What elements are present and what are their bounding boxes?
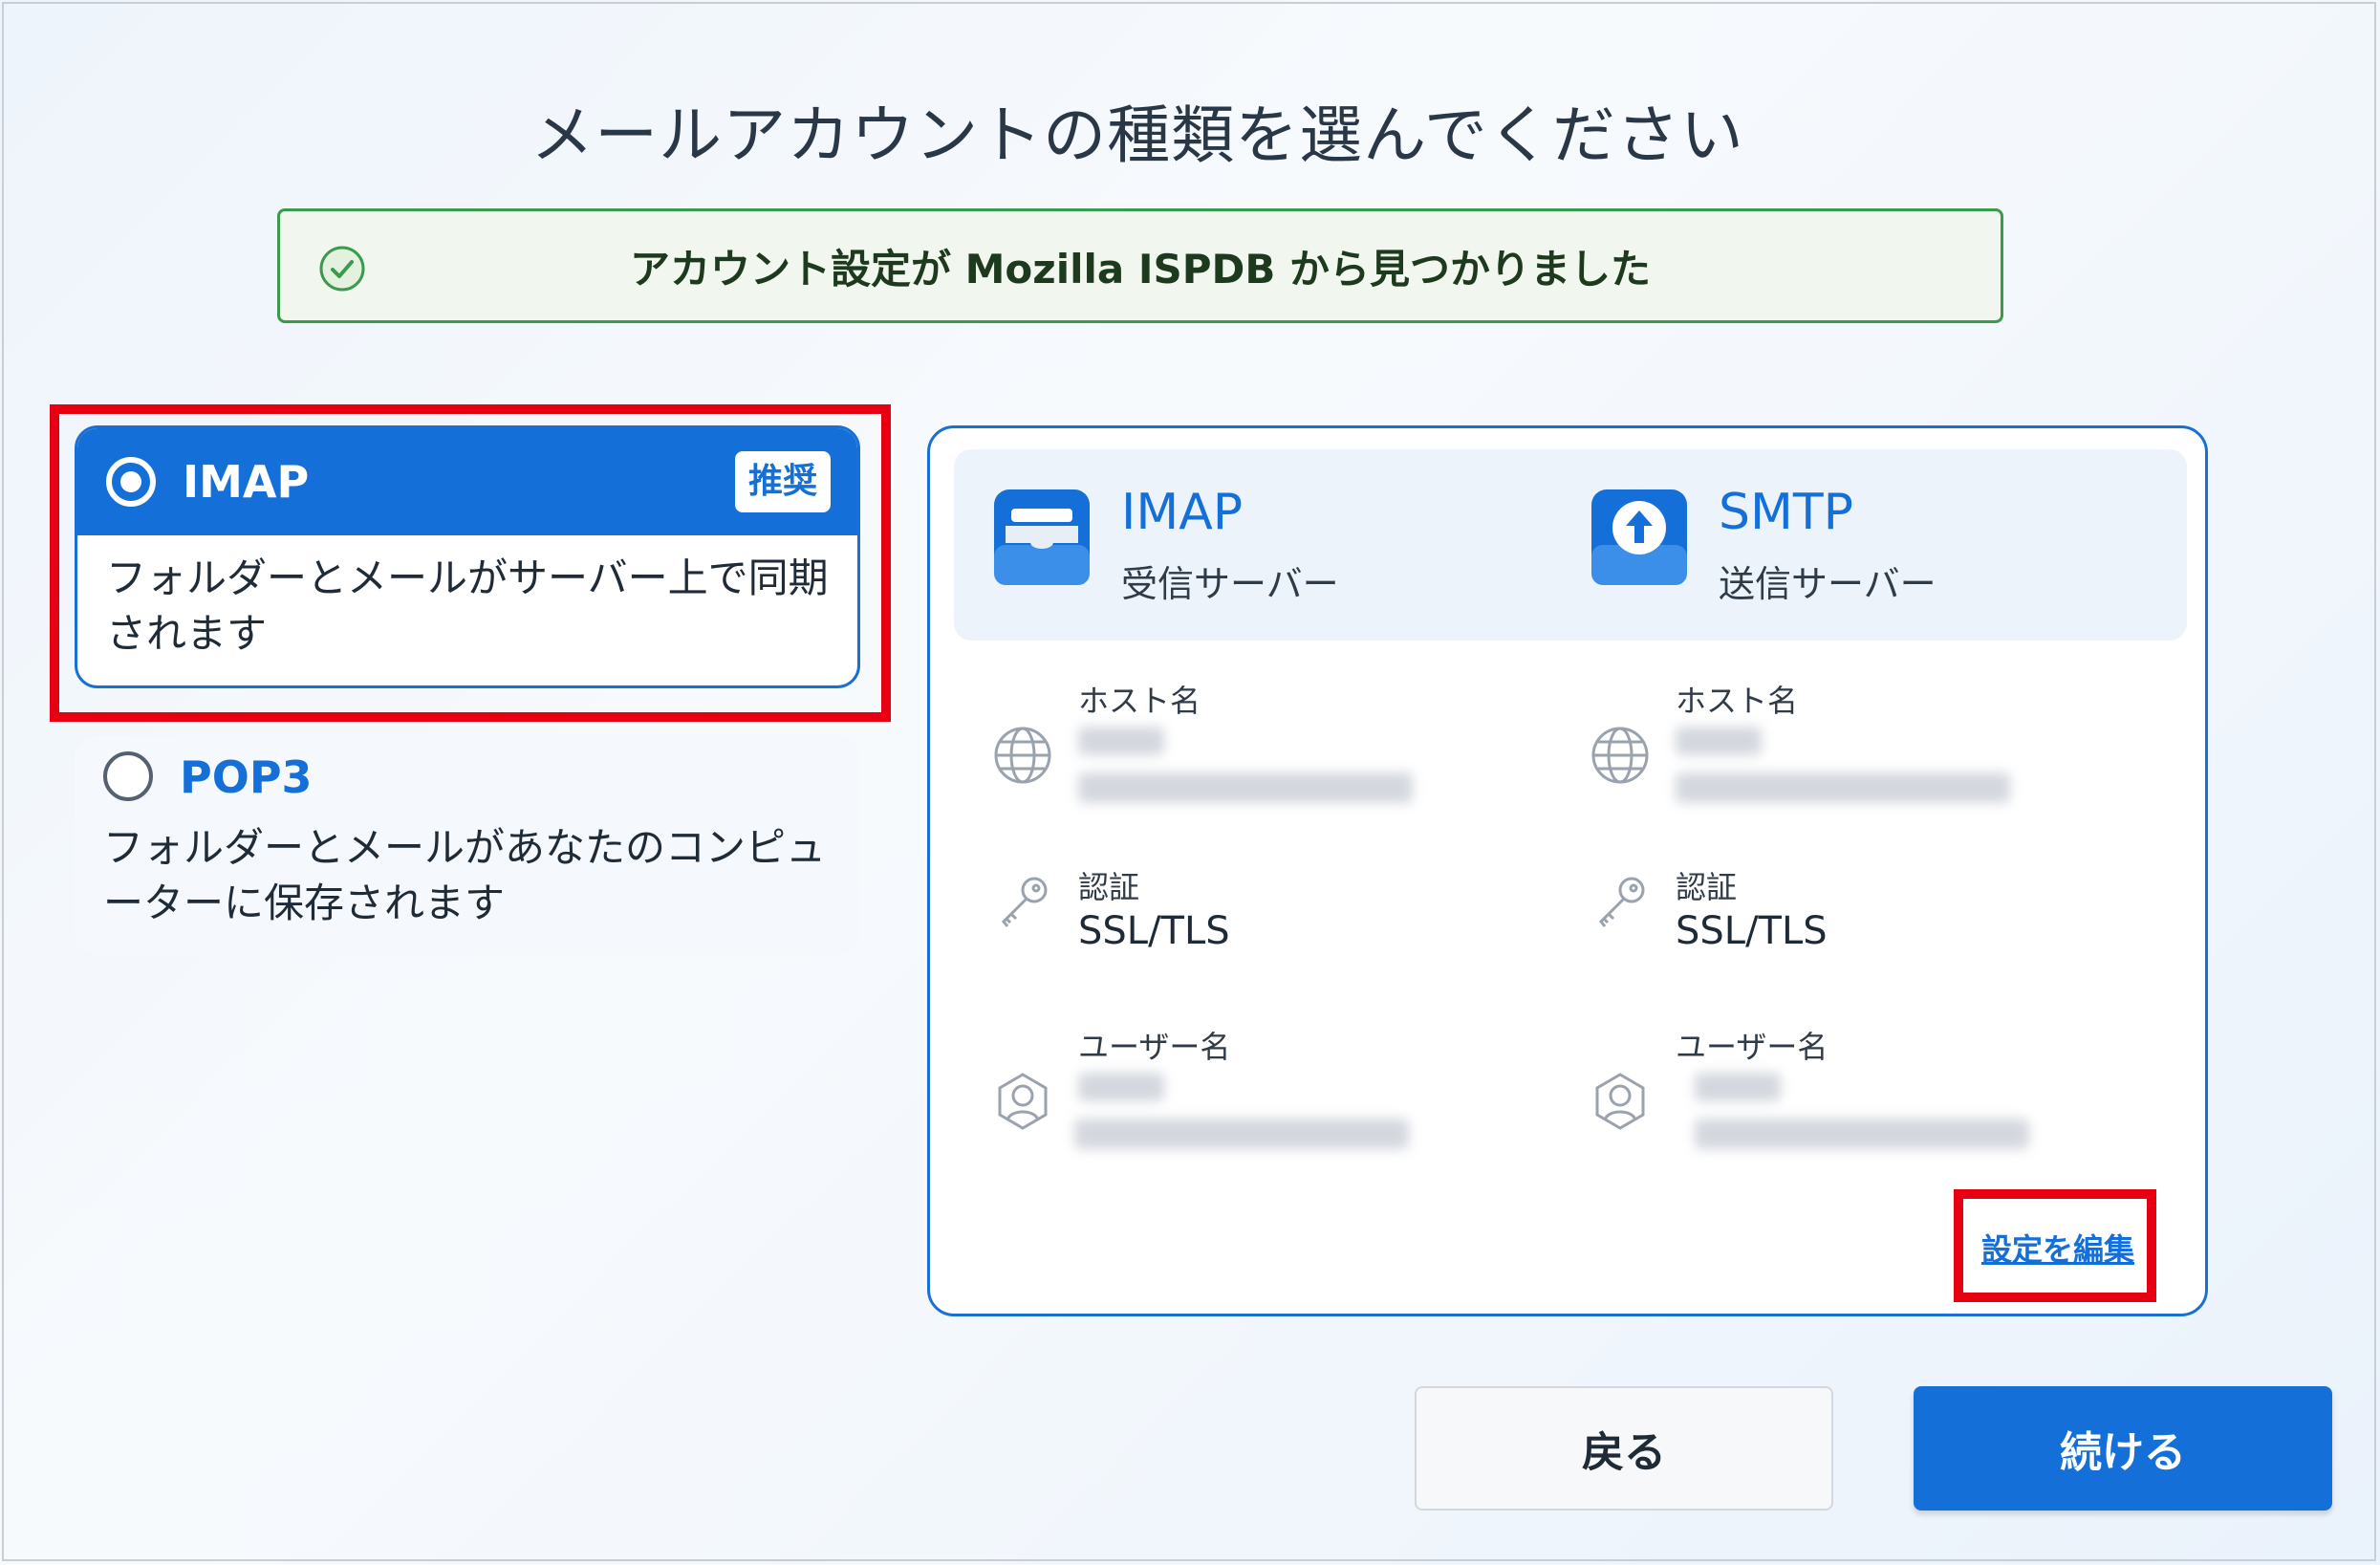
hostname-label: ホスト名 xyxy=(1078,683,1201,719)
username-label: ユーザー名 xyxy=(1676,1029,1828,1065)
auth-label: 認証 xyxy=(1078,869,1140,905)
server-summary: IMAP 受信サーバー SMTP 送信サーバー xyxy=(954,449,2187,641)
inbox-icon xyxy=(994,489,1090,585)
option-pop3-name: POP3 xyxy=(180,751,313,803)
username-label: ユーザー名 xyxy=(1078,1029,1231,1065)
highlight-box-imap xyxy=(50,404,891,722)
upload-icon xyxy=(1591,489,1687,585)
page-title: メールアカウントの種類を選んでください xyxy=(530,98,1744,172)
globe-icon xyxy=(994,727,1051,784)
hostname-label: ホスト名 xyxy=(1676,683,1799,719)
success-notice: アカウント設定が Mozilla ISPDB から見つかりました xyxy=(277,208,2003,323)
username-value-blurred xyxy=(1074,1119,1409,1149)
outgoing-server-summary: SMTP 送信サーバー xyxy=(1590,484,2163,605)
back-button[interactable]: 戻る xyxy=(1415,1386,1833,1511)
option-pop3[interactable]: POP3 フォルダーとメールがあなたのコンピューターに保存されます xyxy=(75,736,860,954)
username-value-blurred xyxy=(1078,1073,1164,1101)
key-icon xyxy=(1598,877,1645,927)
hostname-value-blurred xyxy=(1676,772,2010,803)
server-details-panel: IMAP 受信サーバー SMTP 送信サーバー ホスト名 認証 SSL/TLS … xyxy=(927,425,2208,1316)
outgoing-details: ホスト名 認証 SSL/TLS ユーザー名 xyxy=(1551,677,2125,1193)
globe-icon xyxy=(1591,727,1649,784)
continue-button[interactable]: 続ける xyxy=(1914,1386,2332,1511)
outgoing-protocol: SMTP xyxy=(1719,484,1853,541)
incoming-server-summary: IMAP 受信サーバー xyxy=(992,484,1566,605)
notice-text: アカウント設定が Mozilla ISPDB から見つかりました xyxy=(629,245,1652,293)
radio-pop3[interactable] xyxy=(103,751,153,801)
incoming-protocol: IMAP xyxy=(1121,484,1244,541)
highlight-box-edit xyxy=(1954,1189,2156,1302)
username-value-blurred xyxy=(1695,1073,1781,1101)
auth-value: SSL/TLS xyxy=(1078,909,1230,953)
key-icon xyxy=(1001,877,1048,927)
outgoing-role: 送信サーバー xyxy=(1719,563,1936,605)
incoming-details: ホスト名 認証 SSL/TLS ユーザー名 xyxy=(954,677,1527,1193)
hostname-value-blurred xyxy=(1676,727,1762,755)
username-value-blurred xyxy=(1695,1119,2029,1149)
incoming-role: 受信サーバー xyxy=(1121,563,1339,605)
auth-label: 認証 xyxy=(1676,869,1738,905)
hostname-value-blurred xyxy=(1078,772,1413,803)
user-icon xyxy=(998,1073,1048,1130)
option-pop3-description: フォルダーとメールがあなたのコンピューターに保存されます xyxy=(103,824,827,926)
user-icon xyxy=(1595,1073,1645,1130)
hostname-value-blurred xyxy=(1078,727,1164,755)
auth-value: SSL/TLS xyxy=(1676,909,1828,953)
